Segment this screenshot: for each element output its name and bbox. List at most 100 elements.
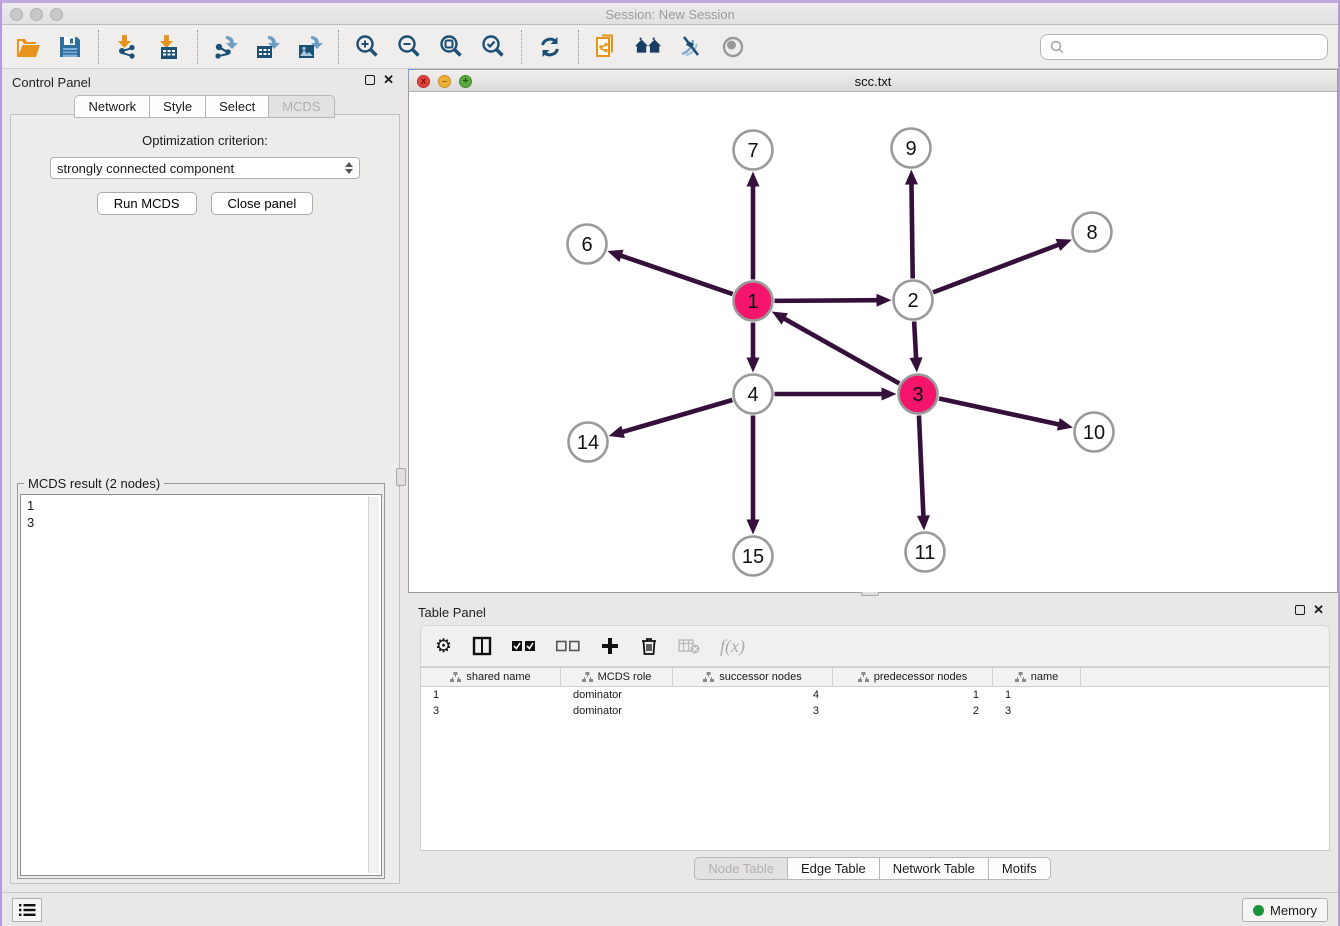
select-stepper-icon xyxy=(345,162,353,174)
export-table-icon[interactable] xyxy=(254,33,282,61)
result-scrollbar[interactable] xyxy=(368,497,379,873)
column-header-predecessor-nodes[interactable]: predecessor nodes xyxy=(833,668,993,686)
home-icon[interactable] xyxy=(635,33,663,61)
table-panel-title: Table Panel xyxy=(418,605,486,620)
edge-arrowhead xyxy=(1057,418,1073,431)
close-table-panel-icon[interactable]: ✕ xyxy=(1313,605,1324,615)
graph-node-7[interactable]: 7 xyxy=(734,131,773,170)
tab-style[interactable]: Style xyxy=(149,95,206,118)
graph-node-15[interactable]: 15 xyxy=(734,537,773,576)
edge-arrowhead xyxy=(876,294,891,307)
column-header-MCDS-role[interactable]: MCDS role xyxy=(561,668,673,686)
tab-node-table[interactable]: Node Table xyxy=(694,857,788,880)
edge-arrowhead xyxy=(910,357,923,372)
zoom-fit-icon[interactable] xyxy=(437,33,465,61)
memory-status-icon xyxy=(1253,905,1264,916)
tab-select[interactable]: Select xyxy=(205,95,269,118)
delete-table-icon xyxy=(678,638,700,654)
zoom-in-icon[interactable] xyxy=(353,33,381,61)
column-header-name[interactable]: name xyxy=(993,668,1081,686)
add-column-icon[interactable] xyxy=(600,636,620,656)
graph-edge-3-1[interactable] xyxy=(783,318,899,384)
optimization-criterion-select[interactable]: strongly connected component xyxy=(50,157,360,179)
mcds-result-area[interactable]: 1 3 xyxy=(20,494,382,876)
graph-edge-2-8[interactable] xyxy=(933,244,1060,292)
export-image-icon[interactable] xyxy=(296,33,324,61)
eye-icon[interactable] xyxy=(719,33,747,61)
float-table-panel-icon[interactable] xyxy=(1295,605,1305,615)
column-header-shared-name[interactable]: shared name xyxy=(421,668,561,686)
memory-button[interactable]: Memory xyxy=(1242,898,1328,922)
svg-text:11: 11 xyxy=(915,542,936,564)
select-all-icon[interactable] xyxy=(512,640,536,652)
hide-details-icon[interactable] xyxy=(677,33,705,61)
graph-edge-4-14[interactable] xyxy=(621,400,732,432)
deselect-all-icon[interactable] xyxy=(556,640,580,652)
graph-node-9[interactable]: 9 xyxy=(892,129,931,168)
node-table: shared nameMCDS rolesuccessor nodesprede… xyxy=(420,667,1330,851)
table-settings-icon[interactable]: ⚙ xyxy=(435,637,452,656)
selected-option: strongly connected component xyxy=(57,161,234,176)
svg-text:4: 4 xyxy=(747,384,758,406)
edge-arrowhead xyxy=(607,250,623,262)
graph-node-4[interactable]: 4 xyxy=(734,375,773,414)
graph-edge-3-10[interactable] xyxy=(939,399,1060,425)
save-icon[interactable] xyxy=(56,33,84,61)
table-cell: 3 xyxy=(673,703,833,719)
import-table-icon[interactable] xyxy=(155,33,183,61)
table-cell: dominator xyxy=(561,687,673,703)
zoom-out-icon[interactable] xyxy=(395,33,423,61)
table-cell: dominator xyxy=(561,703,673,719)
run-mcds-button[interactable]: Run MCDS xyxy=(97,192,197,215)
edge-arrowhead xyxy=(905,169,918,184)
graph-node-6[interactable]: 6 xyxy=(568,225,607,264)
svg-text:6: 6 xyxy=(581,234,592,256)
export-network-icon[interactable] xyxy=(212,33,240,61)
graph-node-11[interactable]: 11 xyxy=(906,533,945,572)
delete-column-icon[interactable] xyxy=(640,636,658,656)
show-columns-icon[interactable] xyxy=(472,636,492,656)
svg-text:10: 10 xyxy=(1083,422,1105,444)
edge-arrowhead xyxy=(882,388,897,401)
svg-text:2: 2 xyxy=(907,290,918,312)
graph-node-3[interactable]: 3 xyxy=(899,375,938,414)
graph-node-8[interactable]: 8 xyxy=(1073,213,1112,252)
svg-text:9: 9 xyxy=(905,138,916,160)
table-row[interactable]: 1dominator411 xyxy=(421,687,1329,703)
window-title: Session: New Session xyxy=(2,7,1338,22)
graph-node-2[interactable]: 2 xyxy=(894,281,933,320)
table-cell: 4 xyxy=(673,687,833,703)
tab-network[interactable]: Network xyxy=(74,95,150,118)
graph-edge-3-11[interactable] xyxy=(919,415,924,517)
close-panel-icon[interactable]: ✕ xyxy=(383,75,394,85)
graph-node-14[interactable]: 14 xyxy=(569,423,608,462)
control-panel: Control Panel ✕ NetworkStyleSelectMCDS O… xyxy=(2,69,408,892)
clone-network-icon[interactable] xyxy=(593,33,621,61)
graph-edge-2-9[interactable] xyxy=(911,182,912,278)
graph-edge-1-6[interactable] xyxy=(620,255,733,294)
tab-motifs[interactable]: Motifs xyxy=(988,857,1051,880)
graph-edge-2-3[interactable] xyxy=(914,321,916,359)
tab-network-table[interactable]: Network Table xyxy=(879,857,989,880)
zoom-selected-icon[interactable] xyxy=(479,33,507,61)
mcds-result-text: 1 3 xyxy=(27,497,367,873)
tab-mcds[interactable]: MCDS xyxy=(268,95,334,118)
vertical-splitter-grip[interactable] xyxy=(396,468,406,486)
import-network-icon[interactable] xyxy=(113,33,141,61)
refresh-icon[interactable] xyxy=(536,33,564,61)
network-canvas[interactable]: 7 9 6 8 1 2 4 3 14 10 15 11 xyxy=(409,92,1337,592)
table-tabs: Node TableEdge TableNetwork TableMotifs xyxy=(695,857,1050,880)
tab-edge-table[interactable]: Edge Table xyxy=(787,857,880,880)
graph-node-10[interactable]: 10 xyxy=(1075,413,1114,452)
task-history-button[interactable] xyxy=(12,898,42,922)
float-panel-icon[interactable] xyxy=(365,75,375,85)
open-folder-icon[interactable] xyxy=(14,33,42,61)
graph-node-1[interactable]: 1 xyxy=(734,282,773,321)
graph-edge-1-2[interactable] xyxy=(774,300,878,301)
column-header-successor-nodes[interactable]: successor nodes xyxy=(673,668,833,686)
table-cell: 1 xyxy=(993,687,1081,703)
table-row[interactable]: 3dominator323 xyxy=(421,703,1329,719)
table-header-row: shared nameMCDS rolesuccessor nodesprede… xyxy=(421,668,1329,687)
close-panel-button[interactable]: Close panel xyxy=(211,192,314,215)
search-input[interactable] xyxy=(1040,34,1328,60)
